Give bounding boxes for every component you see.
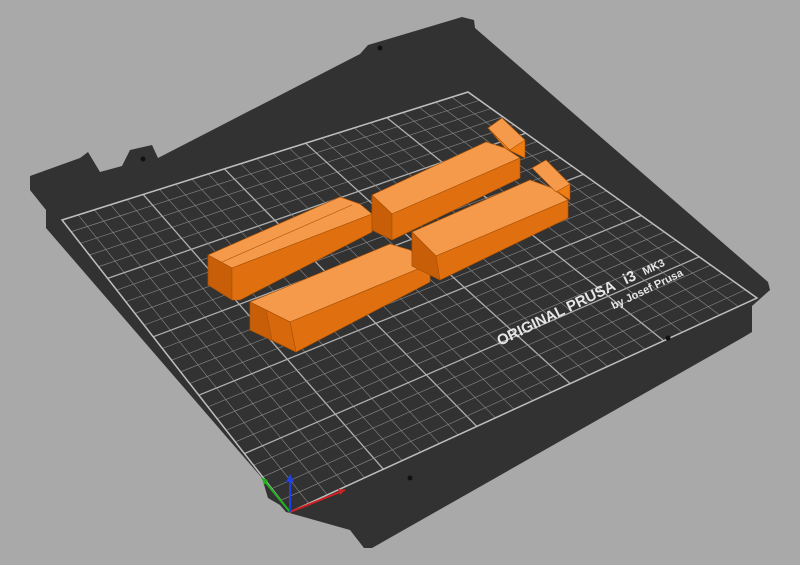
3d-viewport[interactable]: ORIGINAL PRUSA i3 MK3 by Josef Prusa [0,0,800,565]
viewport-canvas[interactable]: ORIGINAL PRUSA i3 MK3 by Josef Prusa [0,0,800,565]
